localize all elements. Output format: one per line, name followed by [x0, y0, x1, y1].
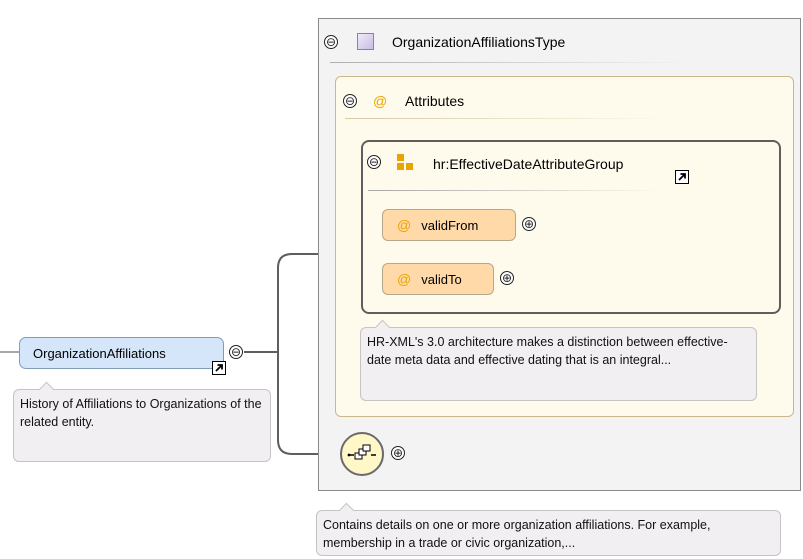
complex-type-documentation: Contains details on one or more organiza…	[316, 502, 781, 556]
sequence-compositor[interactable]	[340, 432, 384, 476]
doc-text: Contains details on one or more organiza…	[323, 518, 711, 550]
valid-from-expand-button[interactable]: ⊕	[522, 217, 536, 231]
at-sign-icon: @	[397, 271, 412, 287]
attribute-valid-from[interactable]: @ validFrom	[382, 209, 516, 241]
sequence-expand-button[interactable]: ⊕	[391, 446, 405, 460]
complex-type-name: OrganizationAffiliationsType	[392, 34, 566, 50]
root-element-node[interactable]: OrganizationAffiliations	[19, 337, 224, 369]
shortcut-arrow-icon[interactable]	[675, 170, 689, 184]
type-header-divider	[330, 62, 690, 63]
type-collapse-button[interactable]: ⊖	[324, 35, 338, 49]
attributes-header-divider	[345, 118, 675, 119]
root-collapse-button[interactable]: ⊖	[229, 345, 243, 359]
attribute-name: validFrom	[421, 217, 479, 233]
group-header-divider	[368, 190, 668, 191]
shortcut-arrow-icon[interactable]	[212, 361, 226, 375]
at-sign-icon: @	[397, 217, 412, 233]
attribute-group-name: hr:EffectiveDateAttributeGroup	[433, 156, 624, 172]
valid-to-expand-button[interactable]: ⊕	[500, 271, 514, 285]
sequence-icon	[347, 444, 376, 460]
element-name: OrganizationAffiliations	[33, 345, 166, 361]
attribute-group-documentation: HR-XML's 3.0 architecture makes a distin…	[360, 319, 757, 401]
complex-type-icon	[357, 33, 374, 50]
attribute-valid-to[interactable]: @ validTo	[382, 263, 494, 295]
attributes-collapse-button[interactable]: ⊖	[343, 94, 357, 108]
root-element-documentation: History of Affiliations to Organizations…	[13, 381, 271, 462]
group-collapse-button[interactable]: ⊖	[367, 155, 381, 169]
attribute-name: validTo	[421, 271, 462, 287]
attribute-group-icon	[397, 154, 413, 171]
at-sign-icon: @	[373, 93, 388, 109]
attributes-label: Attributes	[405, 93, 465, 109]
doc-text: History of Affiliations to Organizations…	[20, 397, 262, 429]
doc-text: HR-XML's 3.0 architecture makes a distin…	[367, 335, 728, 367]
